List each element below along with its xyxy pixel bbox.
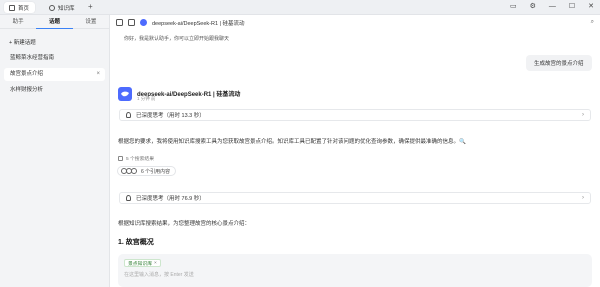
thinking-label: 已深度思考（用时 76.9 秒） bbox=[136, 196, 205, 202]
bot-timestamp: 1 分钟 前 bbox=[137, 96, 156, 101]
search-results-label: 5 个搜索结果 bbox=[126, 157, 154, 162]
tab-home-label: 首页 bbox=[18, 5, 30, 12]
sidebar-tab-topics[interactable]: 话题 bbox=[36, 15, 73, 29]
lightbulb-icon bbox=[126, 195, 131, 201]
topic-item-active[interactable]: 故宫景点介绍 × bbox=[4, 68, 105, 81]
sidebar-tab-settings[interactable]: 设置 bbox=[73, 15, 109, 29]
new-topic-button[interactable]: + 新建话题 bbox=[9, 38, 109, 46]
search-results-note[interactable]: 5 个搜索结果 bbox=[118, 155, 154, 162]
new-chat-icon[interactable] bbox=[128, 19, 135, 26]
references-label: 6 个引用内容 bbox=[141, 168, 171, 175]
response-heading: 1. 故宫概况 bbox=[118, 239, 154, 246]
settings-icon[interactable]: ⚙ bbox=[530, 2, 536, 10]
sidebar-toggle-icon[interactable] bbox=[116, 19, 123, 26]
bot-avatar bbox=[118, 87, 132, 101]
home-icon bbox=[9, 4, 15, 11]
tab-home[interactable]: 首页 bbox=[4, 2, 36, 13]
lightbulb-icon bbox=[126, 112, 131, 118]
close-topic-icon[interactable]: × bbox=[96, 68, 100, 81]
topic-item[interactable]: 水样财报分析 bbox=[4, 84, 105, 97]
knowledge-base-tag[interactable]: 景点知识库 × bbox=[124, 259, 161, 267]
add-tab-icon[interactable]: + bbox=[88, 2, 93, 11]
whale-icon bbox=[121, 91, 129, 97]
reference-avatars bbox=[121, 168, 137, 174]
sidebar: 助手 话题 设置 + 新建话题 蓝鲸菜水经营指南 故宫景点介绍 × 水样财报分析 bbox=[0, 15, 110, 287]
title-bar: 首页 知识库 + ▭ ⚙ — ☐ ✕ bbox=[0, 0, 600, 15]
user-message: 生成故宫的景点介绍 bbox=[526, 55, 592, 71]
tab-knowledge-label: 知识库 bbox=[58, 5, 75, 12]
model-selector[interactable]: deepseek-ai/DeepSeek-R1 | 硅基流动 bbox=[152, 19, 245, 27]
chat-main: deepseek-ai/DeepSeek-R1 | 硅基流动 ⌕ 你好，我是默认… bbox=[110, 15, 600, 287]
chat-header: deepseek-ai/DeepSeek-R1 | 硅基流动 ⌕ bbox=[110, 15, 600, 30]
response-paragraph: 根据您的要求，我将使用知识库搜索工具为您获取故宫景点介绍。知识库工具已配置了针对… bbox=[118, 139, 466, 145]
search-result-icon bbox=[118, 156, 123, 161]
thinking-label: 已深度思考（用时 13.3 秒） bbox=[136, 113, 205, 119]
thinking-panel[interactable]: 已深度思考（用时 13.3 秒） › bbox=[119, 109, 591, 121]
knowledge-icon bbox=[49, 4, 55, 11]
topic-item[interactable]: 蓝鲸菜水经营指南 bbox=[4, 52, 105, 65]
tab-knowledge[interactable]: 知识库 bbox=[44, 2, 81, 13]
minimize-icon[interactable]: — bbox=[549, 3, 556, 10]
maximize-icon[interactable]: ☐ bbox=[569, 2, 575, 10]
topic-item-label: 故宫景点介绍 bbox=[10, 71, 44, 77]
knowledge-base-tag-label: 景点知识库 bbox=[128, 261, 152, 267]
close-icon[interactable]: ✕ bbox=[588, 2, 594, 10]
response-paragraph: 根据知识库搜索结果，为您整理故宫的核心景点介绍： bbox=[118, 221, 251, 227]
remove-tag-icon[interactable]: × bbox=[154, 261, 157, 266]
message-input[interactable]: 在这里输入消息，按 Enter 发送 bbox=[124, 271, 194, 278]
chevron-right-icon: › bbox=[582, 195, 584, 201]
message-input-area[interactable]: 景点知识库 × 在这里输入消息，按 Enter 发送 bbox=[118, 254, 592, 287]
thinking-panel[interactable]: 已深度思考（用时 76.9 秒） › bbox=[119, 192, 591, 204]
greeting-hint: 你好，我是默认助手，你可以立即开始跟我聊天 bbox=[124, 36, 230, 42]
references-button[interactable]: 6 个引用内容 bbox=[117, 166, 177, 176]
sidebar-tab-assistant[interactable]: 助手 bbox=[0, 15, 36, 29]
screen-icon[interactable]: ▭ bbox=[510, 2, 517, 10]
chevron-right-icon: › bbox=[582, 112, 584, 118]
model-avatar bbox=[140, 19, 147, 26]
search-icon[interactable]: ⌕ bbox=[591, 19, 594, 26]
